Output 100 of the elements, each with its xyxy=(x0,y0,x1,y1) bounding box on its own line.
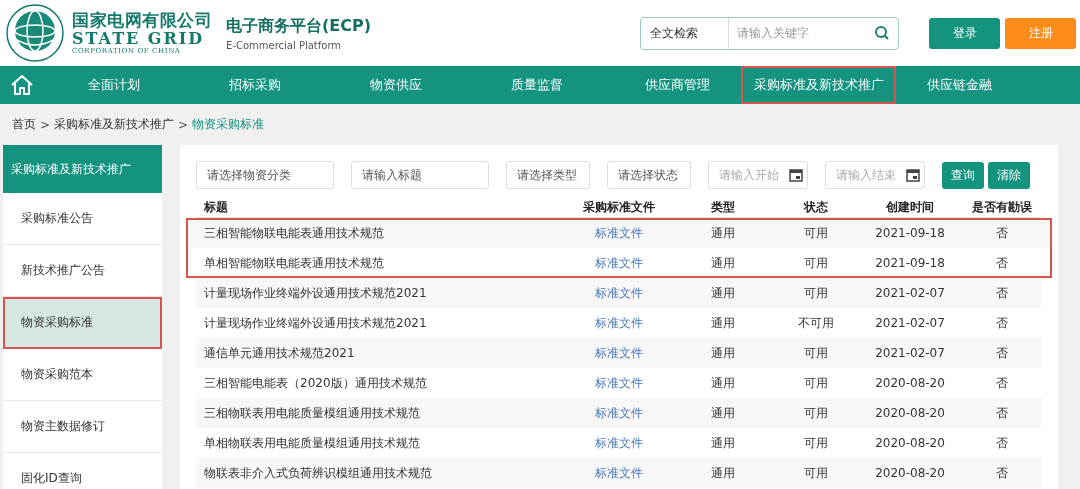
table-cell-text: 通用 xyxy=(710,254,736,272)
file-link[interactable]: 标准文件 xyxy=(566,434,672,452)
company-name: 国家电网有限公司 xyxy=(72,10,212,30)
column-header: 标题 xyxy=(203,198,229,216)
column-header: 状态 xyxy=(802,198,829,216)
sidebar-item[interactable]: 新技术推广公告 xyxy=(3,245,162,297)
table-cell-text: 通用 xyxy=(710,374,736,392)
home-icon[interactable] xyxy=(10,74,34,96)
table-cell-text: 否 xyxy=(995,374,1009,392)
table-cell-text: 2021-02-07 xyxy=(874,286,946,300)
table-cell-text: 通信单元通用技术规范2021 xyxy=(203,344,356,362)
date-field[interactable]: 请输入开始 xyxy=(708,161,808,189)
table-cell-text: 2021-09-18 xyxy=(874,226,946,240)
table-row[interactable]: 单相智能物联电能表通用技术规范 标准文件 通用 可用 2021-09-18 否 xyxy=(186,248,1052,278)
breadcrumb-link[interactable]: 首页 xyxy=(12,116,36,133)
platform-title: 电子商务平台(ECP) xyxy=(226,15,372,37)
table-cell-text: 通用 xyxy=(710,434,736,452)
file-link[interactable]: 标准文件 xyxy=(566,284,672,302)
query-button[interactable]: 查询 xyxy=(942,161,984,189)
table-cell-text: 单相物联表用电能质量模组通用技术规范 xyxy=(203,434,421,452)
table-cell-text: 2020-08-20 xyxy=(874,376,946,390)
sidebar-item[interactable]: 采购标准公告 xyxy=(3,193,162,245)
table-cell-text: 可用 xyxy=(803,284,829,302)
table-cell-text: 否 xyxy=(995,254,1009,272)
table-cell-text: 可用 xyxy=(803,254,829,272)
nav-item[interactable]: 全面计划 xyxy=(43,66,184,104)
table-row[interactable]: 三相智能物联电能表通用技术规范 标准文件 通用 可用 2021-09-18 否 xyxy=(186,218,1052,248)
table-cell-text: 物联表非介入式负荷辨识模组通用技术规范 xyxy=(203,464,433,482)
file-link[interactable]: 标准文件 xyxy=(566,404,672,422)
clear-button[interactable]: 清除 xyxy=(988,161,1030,189)
nav-item[interactable]: 物资供应 xyxy=(325,66,466,104)
table-cell-text: 否 xyxy=(995,344,1009,362)
table-row[interactable]: 计量现场作业终端外设通用技术规范2021 标准文件 通用 可用 2021-02-07 否 xyxy=(196,278,1042,308)
file-link[interactable]: 标准文件 xyxy=(566,374,672,392)
table-cell-text: 三相智能物联电能表通用技术规范 xyxy=(203,224,385,242)
sidebar-item[interactable]: 物资主数据修订 xyxy=(3,401,162,453)
table-cell-text: 通用 xyxy=(710,314,736,332)
nav-item[interactable]: 质量监督 xyxy=(466,66,607,104)
table-cell-text: 三相物联表用电能质量模组通用技术规范 xyxy=(203,404,421,422)
table-cell-text: 通用 xyxy=(710,404,736,422)
select-field[interactable]: 请选择状态 xyxy=(607,161,691,189)
nav-item[interactable]: 招标采购 xyxy=(184,66,325,104)
company-name-english: STATE GRID xyxy=(72,30,206,47)
column-header: 创建时间 xyxy=(885,198,935,216)
table-row[interactable]: 物联表非介入式负荷辨识模组通用技术规范 标准文件 通用 可用 2020-08-20 否 xyxy=(196,458,1042,488)
date-field[interactable]: 请输入结束 xyxy=(825,161,925,189)
table-cell-text: 2020-08-20 xyxy=(874,466,946,480)
sidebar-title: 采购标准及新技术推广 xyxy=(3,145,162,193)
logo-icon xyxy=(5,3,65,63)
table-cell-text: 否 xyxy=(995,434,1009,452)
table-cell-text: 通用 xyxy=(710,284,736,302)
column-header: 采购标准文件 xyxy=(582,198,656,216)
platform-subtitle: E-Commercial Platform xyxy=(226,39,343,51)
sidebar-item[interactable]: 固化ID查询 xyxy=(3,453,162,489)
table-cell-text: 2020-08-20 xyxy=(874,406,946,420)
table-cell-text: 通用 xyxy=(710,344,736,362)
table-cell-text: 计量现场作业终端外设通用技术规范2021 xyxy=(203,284,428,302)
file-link[interactable]: 标准文件 xyxy=(566,344,672,362)
table-cell-text: 通用 xyxy=(710,224,736,242)
search-icon[interactable] xyxy=(874,25,890,41)
table-cell-text: 2020-08-20 xyxy=(874,436,946,450)
table-cell-text: 可用 xyxy=(803,464,829,482)
sidebar-item[interactable]: 物资采购标准 xyxy=(3,297,162,349)
table-cell-text: 计量现场作业终端外设通用技术规范2021 xyxy=(203,314,428,332)
table-cell-text: 2021-02-07 xyxy=(874,316,946,330)
file-link[interactable]: 标准文件 xyxy=(566,464,672,482)
sidebar-item[interactable]: 物资采购范本 xyxy=(3,349,162,401)
breadcrumb-separator: > xyxy=(178,117,189,132)
table-cell-text: 可用 xyxy=(803,344,829,362)
table-row[interactable]: 三相物联表用电能质量模组通用技术规范 标准文件 通用 可用 2020-08-20 否 xyxy=(196,398,1042,428)
table-cell-text: 否 xyxy=(995,464,1009,482)
breadcrumb-link[interactable]: 物资采购标准 xyxy=(192,116,265,133)
column-header: 是否有勘误 xyxy=(971,198,1033,216)
table-cell-text: 可用 xyxy=(803,434,829,452)
breadcrumb-separator: > xyxy=(40,117,51,132)
select-field[interactable]: 请选择物资分类 xyxy=(196,161,334,189)
table-cell-text: 否 xyxy=(995,284,1009,302)
table-cell-text: 可用 xyxy=(803,224,829,242)
file-link[interactable]: 标准文件 xyxy=(566,314,672,332)
calendar-icon[interactable] xyxy=(906,168,920,182)
search-field[interactable]: 全文检索 请输入关键字 xyxy=(640,16,899,50)
file-link[interactable]: 标准文件 xyxy=(566,224,672,242)
table-cell-text: 可用 xyxy=(803,374,829,392)
login-button[interactable]: 登录 xyxy=(929,17,1000,49)
input-field[interactable]: 请输入标题 xyxy=(351,161,489,189)
select-field[interactable]: 请选择类型 xyxy=(506,161,590,189)
table-cell-text: 2021-02-07 xyxy=(874,346,946,360)
table-cell-text: 否 xyxy=(995,224,1009,242)
column-header: 类型 xyxy=(710,198,736,216)
table-cell-text: 否 xyxy=(995,404,1009,422)
table-cell-text: 三相智能电能表（2020版）通用技术规范 xyxy=(203,374,428,392)
table-cell-text: 通用 xyxy=(710,464,736,482)
breadcrumb-link[interactable]: 采购标准及新技术推广 xyxy=(54,116,175,133)
table-cell-text: 可用 xyxy=(803,404,829,422)
file-link[interactable]: 标准文件 xyxy=(566,254,672,272)
table-row[interactable]: 通信单元通用技术规范2021 标准文件 通用 可用 2021-02-07 否 xyxy=(196,338,1042,368)
table-cell-text: 不可用 xyxy=(797,314,835,332)
table-cell-text: 2021-09-18 xyxy=(874,256,946,270)
table-cell-text: 否 xyxy=(995,314,1009,332)
calendar-icon[interactable] xyxy=(789,168,803,182)
